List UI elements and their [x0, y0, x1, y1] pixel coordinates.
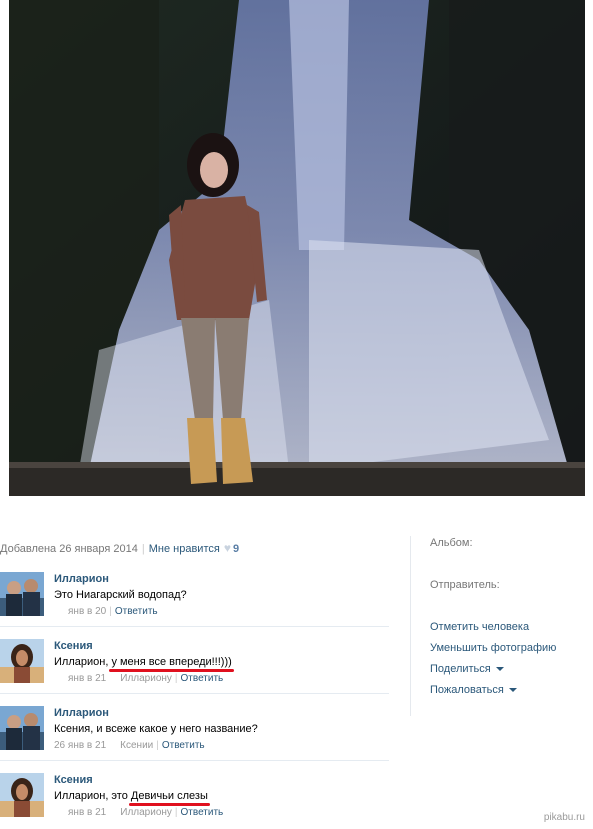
avatar[interactable] — [0, 639, 44, 683]
comment-author[interactable]: Илларион — [54, 573, 109, 585]
comment-item: Ксения Илларион, это Девичьи слезы янв в… — [0, 767, 389, 827]
sender-label: Отправитель: — [430, 579, 590, 591]
avatar[interactable] — [0, 706, 44, 750]
photo[interactable] — [9, 0, 585, 496]
separator: | — [141, 543, 145, 555]
comment-item: Ксения Илларион, у меня все впереди!!!))… — [0, 633, 389, 694]
share-menu[interactable]: Поделиться — [430, 663, 590, 675]
comment-date[interactable]: янв в 21 — [68, 807, 106, 818]
comment-item: Илларион Это Ниагарский водопад? янв в 2… — [0, 566, 389, 627]
comment-author[interactable]: Ксения — [54, 774, 93, 786]
report-label[interactable]: Пожаловаться — [430, 684, 504, 696]
caret-down-icon[interactable] — [508, 688, 517, 693]
report-menu[interactable]: Пожаловаться — [430, 684, 590, 696]
reply-to-link[interactable]: Иллариону — [120, 673, 172, 684]
comment-date[interactable]: янв в 20 — [68, 606, 106, 617]
waterfall-photo — [9, 0, 585, 496]
avatar[interactable] — [0, 572, 44, 616]
sidebar-divider — [410, 536, 411, 716]
separator: | — [156, 740, 159, 751]
sender-label-text: Отправитель: — [430, 579, 500, 591]
comment-date[interactable]: янв в 21 — [68, 673, 106, 684]
reply-button[interactable]: Ответить — [181, 673, 224, 684]
album-label: Альбом: — [430, 537, 590, 549]
comment-info: янв в 21 Иллариону | Ответить — [68, 807, 223, 818]
reply-button[interactable]: Ответить — [181, 807, 224, 818]
comment-item: Илларион Ксения, и всеже какое у него на… — [0, 700, 389, 761]
reply-button[interactable]: Ответить — [115, 606, 158, 617]
tag-person-label[interactable]: Отметить человека — [430, 621, 529, 633]
watermark: pikabu.ru — [543, 812, 585, 823]
like-button[interactable]: Мне нравится — [149, 543, 220, 555]
comment-text: Это Ниагарский водопад? — [54, 589, 187, 601]
comment-text-prefix: Илларион, это — [54, 790, 131, 802]
comment-text: Ксения, и всеже какое у него название? — [54, 723, 258, 735]
tag-person-link[interactable]: Отметить человека — [430, 621, 590, 633]
separator: | — [174, 673, 178, 684]
shrink-photo-label[interactable]: Уменьшить фотографию — [430, 642, 556, 654]
highlighted-text: Девичьи слезы — [128, 790, 210, 806]
album-label-text: Альбом: — [430, 537, 473, 549]
reply-button[interactable]: Ответить — [162, 740, 205, 751]
comment-author[interactable]: Ксения — [54, 640, 93, 652]
like-count[interactable]: 9 — [233, 543, 239, 555]
separator: | — [174, 807, 178, 818]
reply-to-link[interactable]: Иллариону — [120, 807, 172, 818]
added-date: Добавлена 26 января 2014 — [0, 543, 138, 555]
comment-date[interactable]: 26 янв в 21 — [54, 740, 106, 751]
comment-info: янв в 20 | Ответить — [68, 606, 158, 617]
shrink-photo-link[interactable]: Уменьшить фотографию — [430, 642, 590, 654]
photo-meta: Добавлена 26 января 2014 | Мне нравится ♥ 9 — [0, 541, 400, 557]
comment-info: янв в 21 Иллариону | Ответить — [68, 673, 223, 684]
comment-text: Илларион, это Девичьи слезы — [54, 790, 210, 806]
avatar[interactable] — [0, 773, 44, 817]
comment-text: Илларион, у меня все впереди!!!))) — [54, 656, 235, 672]
separator: | — [109, 606, 112, 617]
highlighted-text: у меня все впереди!!!))) — [109, 656, 235, 672]
comment-info: 26 янв в 21 Ксении | Ответить — [54, 740, 205, 751]
comment-text-prefix: Илларион, — [54, 656, 112, 668]
reply-to-link[interactable]: Ксении — [120, 740, 153, 751]
caret-down-icon[interactable] — [495, 667, 504, 672]
comment-author[interactable]: Илларион — [54, 707, 109, 719]
heart-icon[interactable]: ♥ — [224, 541, 231, 555]
share-label[interactable]: Поделиться — [430, 663, 491, 675]
